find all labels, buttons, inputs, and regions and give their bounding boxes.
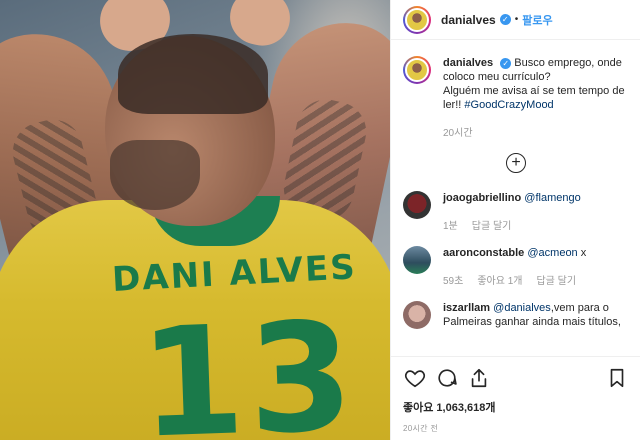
avatar[interactable] (403, 56, 431, 84)
comment-text: aaronconstable @acmeon x (443, 246, 586, 260)
verified-badge-icon: ✓ (500, 57, 512, 69)
reply-button[interactable]: 답글 달기 (536, 272, 576, 287)
plus-circle-icon[interactable]: + (506, 153, 526, 173)
caption-time[interactable]: 20시간 (443, 124, 473, 139)
follow-button[interactable]: 팔로우 (522, 12, 552, 28)
avatar[interactable] (403, 301, 431, 329)
avatar-image (405, 58, 429, 82)
photo-beard (110, 140, 200, 210)
comment-text: joaogabriellino @flamengo (443, 191, 581, 205)
reply-button[interactable]: 답글 달기 (472, 217, 512, 232)
heart-icon[interactable] (403, 366, 427, 390)
comment-time[interactable]: 1분 (443, 217, 458, 232)
post-photo[interactable]: DANI ALVES 13 (0, 0, 390, 440)
comment-meta: 1분 답글 달기 (443, 217, 581, 232)
caption: danialves ✓ Busco emprego, onde coloco m… (403, 56, 629, 139)
comment-mention[interactable]: @flamengo (524, 192, 580, 204)
comment-item: joaogabriellino @flamengo 1분 답글 달기 (403, 191, 629, 232)
post-timestamp[interactable]: 20시간 전 (403, 423, 629, 434)
header-username[interactable]: danialves (441, 13, 496, 27)
post-header: danialves ✓ • 팔로우 (391, 0, 640, 40)
caption-meta: 20시간 (443, 124, 629, 139)
likes-count[interactable]: 좋아요 1,063,618개 (403, 399, 629, 415)
post-side-panel: danialves ✓ • 팔로우 danialves ✓ Busco empr… (390, 0, 640, 440)
comment-time[interactable]: 59초 (443, 272, 463, 287)
caption-username[interactable]: danialves (443, 57, 493, 69)
comment-icon[interactable] (435, 366, 459, 390)
photo-hair (118, 34, 268, 114)
comment-item: iszarllam @danialves,vem para o Palmeira… (403, 301, 629, 329)
avatar-image (405, 7, 429, 32)
comment-username[interactable]: aaronconstable (443, 247, 524, 259)
header-separator: • (514, 14, 519, 25)
comment-body: x (577, 247, 587, 259)
share-icon[interactable] (467, 366, 491, 390)
avatar[interactable] (403, 246, 431, 274)
bookmark-icon[interactable] (605, 366, 629, 390)
comment-item: aaronconstable @acmeon x 59초 좋아요 1개 답글 달… (403, 246, 629, 287)
comment-username[interactable]: iszarllam (443, 302, 490, 314)
jersey-number-text: 13 (137, 290, 360, 440)
action-icons (403, 365, 629, 391)
caption-hashtag[interactable]: #GoodCrazyMood (464, 99, 553, 111)
load-more: + (403, 153, 629, 173)
comment-meta: 59초 좋아요 1개 답글 달기 (443, 272, 586, 287)
post-actions: 좋아요 1,063,618개 20시간 전 (391, 356, 640, 440)
verified-badge-icon: ✓ (499, 14, 511, 25)
avatar[interactable] (403, 191, 431, 219)
avatar[interactable] (403, 5, 431, 34)
comments-section[interactable]: danialves ✓ Busco emprego, onde coloco m… (391, 56, 640, 356)
comment-likes[interactable]: 좋아요 1개 (477, 272, 522, 287)
comment-text: iszarllam @danialves,vem para o Palmeira… (443, 301, 629, 329)
comment-username[interactable]: joaogabriellino (443, 192, 521, 204)
comment-mention[interactable]: @danialves (493, 302, 551, 314)
comment-mention[interactable]: @acmeon (527, 247, 577, 259)
caption-text: danialves ✓ Busco emprego, onde coloco m… (443, 56, 629, 112)
